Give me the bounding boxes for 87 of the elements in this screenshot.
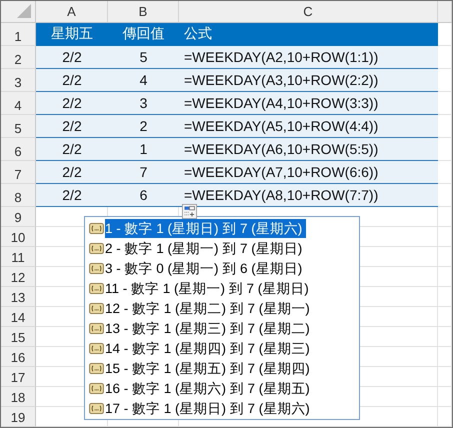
row-number[interactable]: 6: [1, 138, 36, 161]
empty-cell: [438, 247, 452, 267]
row-number[interactable]: 10: [1, 227, 36, 247]
empty-cell: [438, 161, 452, 184]
table-cell: =WEEKDAY(A8,10+ROW(7:7)): [179, 184, 438, 207]
argument-icon: [89, 302, 104, 314]
empty-cell: [438, 207, 452, 227]
empty-cell: [438, 347, 452, 367]
table-cell: 公式: [179, 23, 438, 46]
autocomplete-item[interactable]: 13 - 數字 1 (星期三) 到 7 (星期二): [105, 318, 314, 338]
empty-cell: [438, 69, 452, 92]
table-cell: 2/2: [36, 46, 108, 69]
table-cell: 2/2: [36, 184, 108, 207]
autocomplete-item[interactable]: 15 - 數字 1 (星期五) 到 7 (星期四): [105, 358, 314, 378]
row-number[interactable]: 17: [1, 367, 36, 387]
row-number[interactable]: 12: [1, 267, 36, 287]
table-cell: 7: [108, 161, 179, 184]
argument-icon: [89, 342, 104, 354]
row-number[interactable]: 15: [1, 327, 36, 347]
table-cell: 5: [108, 46, 179, 69]
table-cell: 4: [108, 69, 179, 92]
table-cell: 6: [108, 184, 179, 207]
smart-tag-icon[interactable]: [182, 204, 197, 219]
row-number[interactable]: 14: [1, 307, 36, 327]
table-cell: =WEEKDAY(A5,10+ROW(4:4)): [179, 115, 438, 138]
table-cell: =WEEKDAY(A7,10+ROW(6:6)): [179, 161, 438, 184]
autocomplete-item[interactable]: 14 - 數字 1 (星期四) 到 7 (星期三): [105, 338, 314, 358]
empty-cell: [438, 184, 452, 207]
argument-icon: [89, 242, 104, 254]
empty-cell: [438, 227, 452, 247]
empty-cell: [438, 287, 452, 307]
argument-icon: [89, 382, 104, 394]
row-number[interactable]: 5: [1, 115, 36, 138]
autocomplete-item[interactable]: 12 - 數字 1 (星期二) 到 7 (星期一): [105, 298, 314, 318]
empty-cell: [438, 307, 452, 327]
autocomplete-item[interactable]: 3 - 數字 0 (星期一) 到 6 (星期日): [105, 258, 306, 278]
row-number[interactable]: 13: [1, 287, 36, 307]
empty-cell: [438, 367, 452, 387]
table-cell: 2/2: [36, 92, 108, 115]
row-number[interactable]: 8: [1, 184, 36, 207]
empty-cell: [438, 138, 452, 161]
argument-icon: [89, 222, 104, 234]
row-number[interactable]: 1: [1, 23, 36, 46]
row-number[interactable]: 16: [1, 347, 36, 367]
autocomplete-item[interactable]: 2 - 數字 1 (星期一) 到 7 (星期日): [105, 238, 306, 258]
empty-cell: [438, 267, 452, 287]
empty-cell: [438, 387, 452, 407]
table-cell: 傳回值: [108, 23, 179, 46]
empty-cell: [438, 407, 452, 427]
row-number[interactable]: 4: [1, 92, 36, 115]
table-cell: 2/2: [36, 69, 108, 92]
table-cell: =WEEKDAY(A6,10+ROW(5:5)): [179, 138, 438, 161]
row-number[interactable]: 7: [1, 161, 36, 184]
row-number[interactable]: 11: [1, 247, 36, 267]
autocomplete-item[interactable]: 17 - 數字 1 (星期日) 到 7 (星期六): [105, 398, 314, 418]
argument-icon: [89, 362, 104, 374]
table-cell: 星期五: [36, 23, 108, 46]
empty-cell: [438, 92, 452, 115]
table-cell: =WEEKDAY(A3,10+ROW(2:2)): [179, 69, 438, 92]
column-header[interactable]: B: [108, 1, 179, 22]
table-cell: 1: [108, 138, 179, 161]
table-cell: 2/2: [36, 115, 108, 138]
row-number[interactable]: 3: [1, 69, 36, 92]
empty-cell: [438, 23, 452, 46]
empty-cell: [438, 46, 452, 69]
table-cell: =WEEKDAY(A2,10+ROW(1:1)): [179, 46, 438, 69]
row-number[interactable]: 18: [1, 387, 36, 407]
row-number[interactable]: 2: [1, 46, 36, 69]
autocomplete-item[interactable]: 1 - 數字 1 (星期日) 到 7 (星期六): [105, 218, 306, 238]
argument-icon: [89, 322, 104, 334]
table-cell: =WEEKDAY(A4,10+ROW(3:3)): [179, 92, 438, 115]
column-header[interactable]: A: [36, 1, 108, 22]
autocomplete-item[interactable]: 11 - 數字 1 (星期一) 到 7 (星期日): [105, 278, 313, 298]
argument-icon: [89, 402, 104, 414]
empty-cell: [438, 327, 452, 347]
table-cell: 3: [108, 92, 179, 115]
column-header[interactable]: C: [179, 1, 438, 22]
argument-icon: [89, 282, 104, 294]
autocomplete-item[interactable]: 16 - 數字 1 (星期六) 到 7 (星期五): [105, 378, 314, 398]
table-cell: 2/2: [36, 161, 108, 184]
empty-cell: [438, 115, 452, 138]
corner-triangle-icon: [17, 4, 31, 18]
table-cell: 2/2: [36, 138, 108, 161]
argument-icon: [89, 262, 104, 274]
row-number[interactable]: 9: [1, 207, 36, 227]
table-cell: 2: [108, 115, 179, 138]
row-number[interactable]: 19: [1, 407, 36, 427]
